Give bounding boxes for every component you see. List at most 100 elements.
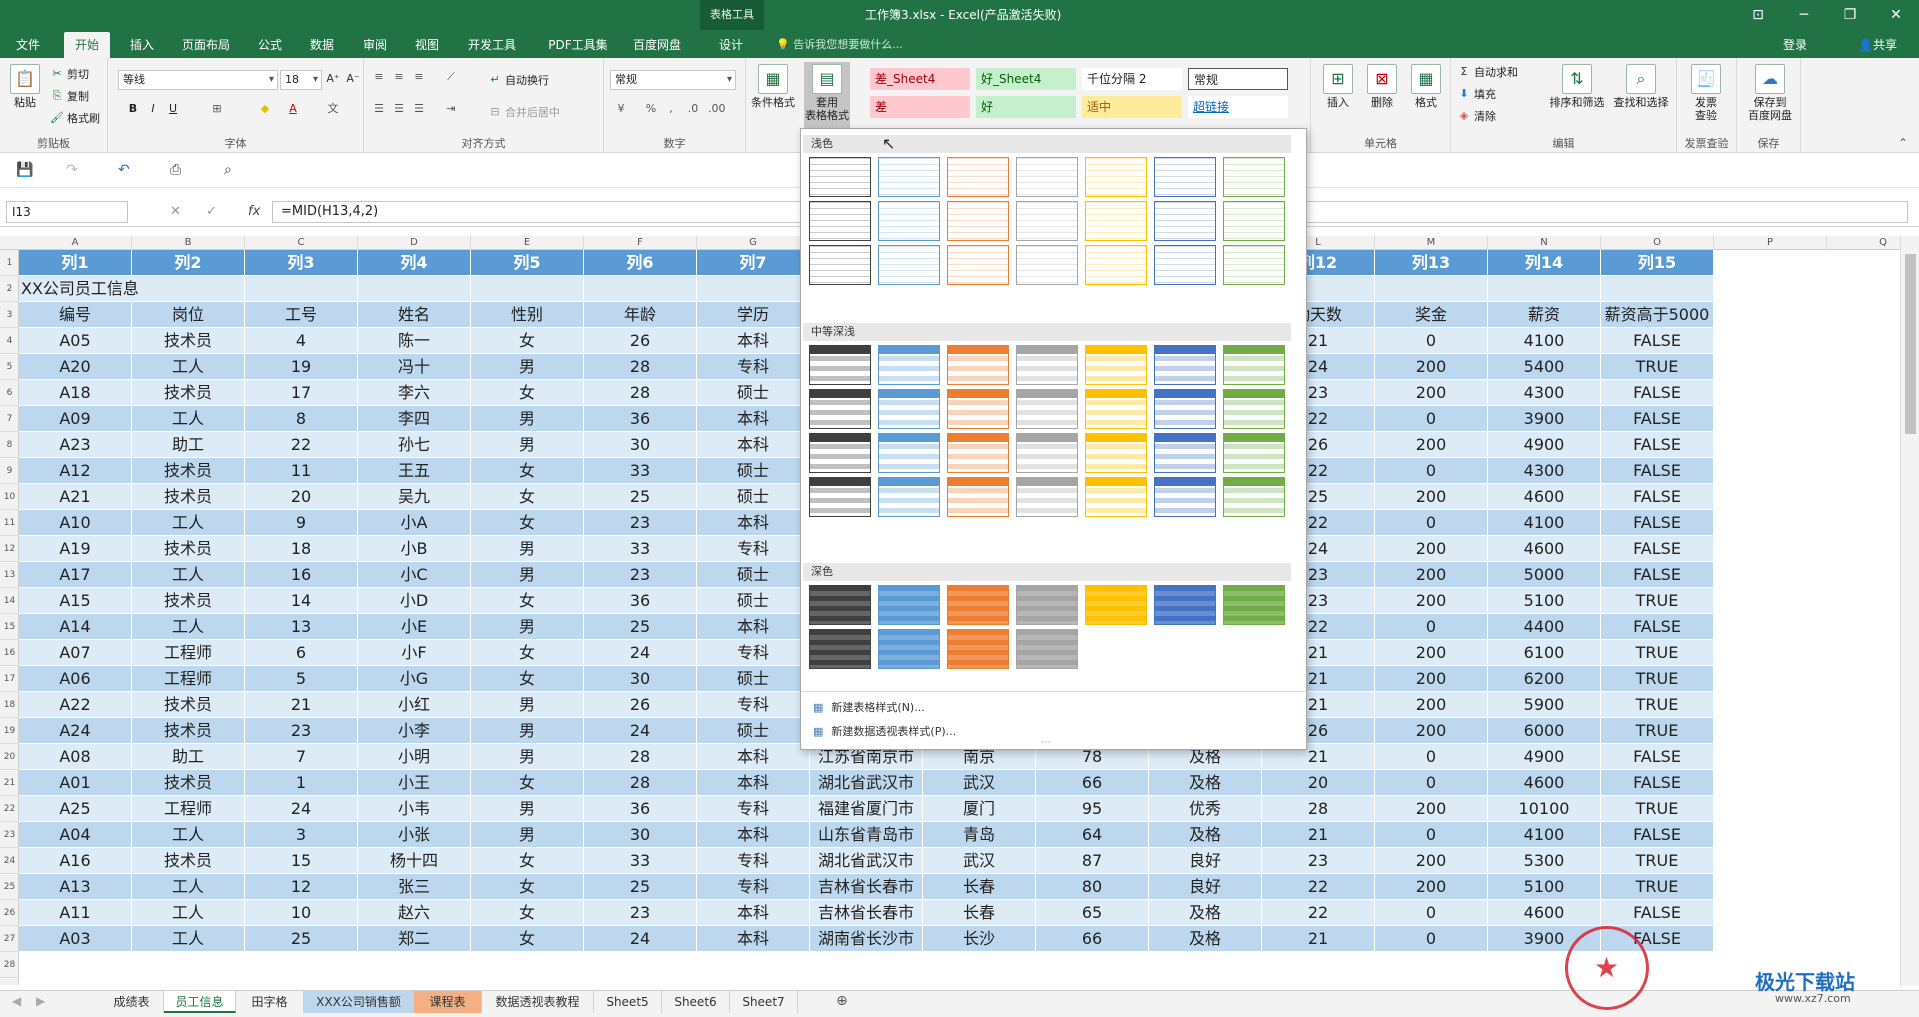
table-cell[interactable]: 0 [1375, 614, 1488, 640]
table-style-swatch[interactable] [878, 433, 940, 473]
fill-color-button[interactable]: ◆ [258, 102, 272, 116]
table-cell[interactable]: 4600 [1488, 484, 1601, 510]
table-style-swatch[interactable] [947, 585, 1009, 625]
table-style-swatch[interactable] [1154, 433, 1216, 473]
table-cell[interactable]: 专科 [697, 692, 810, 718]
ribbon-display-icon[interactable]: ⊡ [1735, 0, 1781, 30]
paste-button[interactable]: 📋 粘贴 [2, 62, 48, 109]
table-cell[interactable]: 列15 [1601, 250, 1714, 276]
row-header[interactable]: 13 [0, 562, 19, 588]
table-cell[interactable]: 4600 [1488, 900, 1601, 926]
table-cell[interactable]: A05 [19, 328, 132, 354]
table-style-swatch[interactable] [878, 157, 940, 197]
style-good-sheet4[interactable]: 好_Sheet4 [976, 68, 1076, 90]
row-header[interactable]: 27 [0, 926, 19, 952]
table-cell[interactable]: 女 [471, 926, 584, 952]
table-cell[interactable]: 本科 [697, 770, 810, 796]
table-style-swatch[interactable] [1016, 245, 1078, 285]
row-header[interactable]: 23 [0, 822, 19, 848]
table-cell[interactable]: 小红 [358, 692, 471, 718]
table-cell[interactable]: 6200 [1488, 666, 1601, 692]
table-style-swatch[interactable] [1223, 157, 1285, 197]
table-cell[interactable] [697, 276, 810, 302]
table-cell[interactable]: 小韦 [358, 796, 471, 822]
table-style-swatch[interactable] [1223, 389, 1285, 429]
table-cell[interactable]: 4100 [1488, 328, 1601, 354]
table-cell[interactable]: 0 [1375, 900, 1488, 926]
table-cell[interactable]: 列6 [584, 250, 697, 276]
table-cell[interactable]: 4300 [1488, 458, 1601, 484]
table-cell[interactable]: 列5 [471, 250, 584, 276]
table-cell[interactable]: TRUE [1601, 796, 1714, 822]
sheet-tab-sales[interactable]: XXX公司销售额 [304, 991, 414, 1013]
table-style-swatch[interactable] [878, 389, 940, 429]
table-cell[interactable]: 22 [1262, 874, 1375, 900]
italic-button[interactable]: I [146, 102, 160, 116]
table-cell[interactable]: 技术员 [132, 718, 245, 744]
table-cell[interactable]: 0 [1375, 822, 1488, 848]
table-cell[interactable]: 列1 [19, 250, 132, 276]
format-as-table-button[interactable]: ▤ 套用 表格格式 [804, 62, 850, 134]
table-cell[interactable]: 4900 [1488, 744, 1601, 770]
table-style-swatch[interactable] [878, 477, 940, 517]
table-style-swatch[interactable] [1016, 201, 1078, 241]
table-style-swatch[interactable] [809, 585, 871, 625]
row-header[interactable]: 9 [0, 458, 19, 484]
column-header[interactable]: G [697, 236, 810, 250]
clear-button[interactable]: ◈ 清除 [1457, 108, 1496, 124]
undo-icon[interactable]: ↶ [118, 162, 130, 178]
table-cell[interactable]: 24 [584, 926, 697, 952]
insert-cells-button[interactable]: ⊞ 插入 [1315, 62, 1361, 109]
table-cell[interactable]: 0 [1375, 406, 1488, 432]
row-header[interactable]: 8 [0, 432, 19, 458]
table-cell[interactable]: 23 [245, 718, 358, 744]
table-cell[interactable]: 95 [1036, 796, 1149, 822]
table-cell[interactable]: 本科 [697, 744, 810, 770]
table-cell[interactable] [584, 276, 697, 302]
table-cell[interactable]: 26 [584, 328, 697, 354]
style-bad[interactable]: 差 [870, 96, 970, 118]
table-cell[interactable]: 技术员 [132, 848, 245, 874]
table-cell[interactable]: 3 [245, 822, 358, 848]
table-cell[interactable]: 列2 [132, 250, 245, 276]
table-style-swatch[interactable] [1085, 245, 1147, 285]
column-header[interactable]: O [1601, 236, 1714, 250]
style-hyperlink[interactable]: 超链接 [1188, 96, 1288, 118]
enter-icon[interactable]: ✓ [206, 204, 217, 219]
table-style-swatch[interactable] [809, 345, 871, 385]
table-cell[interactable]: 厦门 [923, 796, 1036, 822]
table-cell[interactable]: 4100 [1488, 510, 1601, 536]
table-cell[interactable]: 女 [471, 380, 584, 406]
table-style-swatch[interactable] [1223, 585, 1285, 625]
style-normal[interactable]: 常规 [1188, 68, 1288, 90]
table-cell[interactable]: TRUE [1601, 874, 1714, 900]
tab-data[interactable]: 数据 [302, 32, 342, 58]
table-cell[interactable]: 33 [584, 536, 697, 562]
column-header[interactable]: P [1714, 236, 1827, 250]
prev-sheet-icon[interactable]: ◀ [12, 994, 21, 1008]
tab-insert[interactable]: 插入 [122, 32, 162, 58]
tab-page-layout[interactable]: 页面布局 [176, 32, 236, 58]
comma-button[interactable]: , [664, 102, 678, 116]
conditional-format-button[interactable]: ▦ 条件格式 [750, 62, 796, 109]
table-cell[interactable]: 性别 [471, 302, 584, 328]
table-cell[interactable]: 技术员 [132, 770, 245, 796]
table-cell[interactable]: 福建省厦门市 [810, 796, 923, 822]
row-header[interactable]: 11 [0, 510, 19, 536]
percent-button[interactable]: % [644, 102, 658, 116]
align-top-button[interactable]: ≡ [372, 70, 386, 84]
table-style-swatch[interactable] [1085, 157, 1147, 197]
table-cell[interactable]: 及格 [1149, 822, 1262, 848]
table-cell[interactable]: 200 [1375, 718, 1488, 744]
table-cell[interactable]: 5100 [1488, 588, 1601, 614]
table-cell[interactable] [1375, 276, 1488, 302]
table-style-swatch[interactable] [1223, 245, 1285, 285]
table-cell[interactable]: 10 [245, 900, 358, 926]
table-cell[interactable]: 4600 [1488, 770, 1601, 796]
table-cell[interactable]: 17 [245, 380, 358, 406]
table-style-swatch[interactable] [809, 245, 871, 285]
table-cell[interactable]: A24 [19, 718, 132, 744]
font-size-select[interactable]: 18 [280, 70, 322, 90]
table-cell[interactable]: 8 [245, 406, 358, 432]
table-cell[interactable]: 女 [471, 900, 584, 926]
